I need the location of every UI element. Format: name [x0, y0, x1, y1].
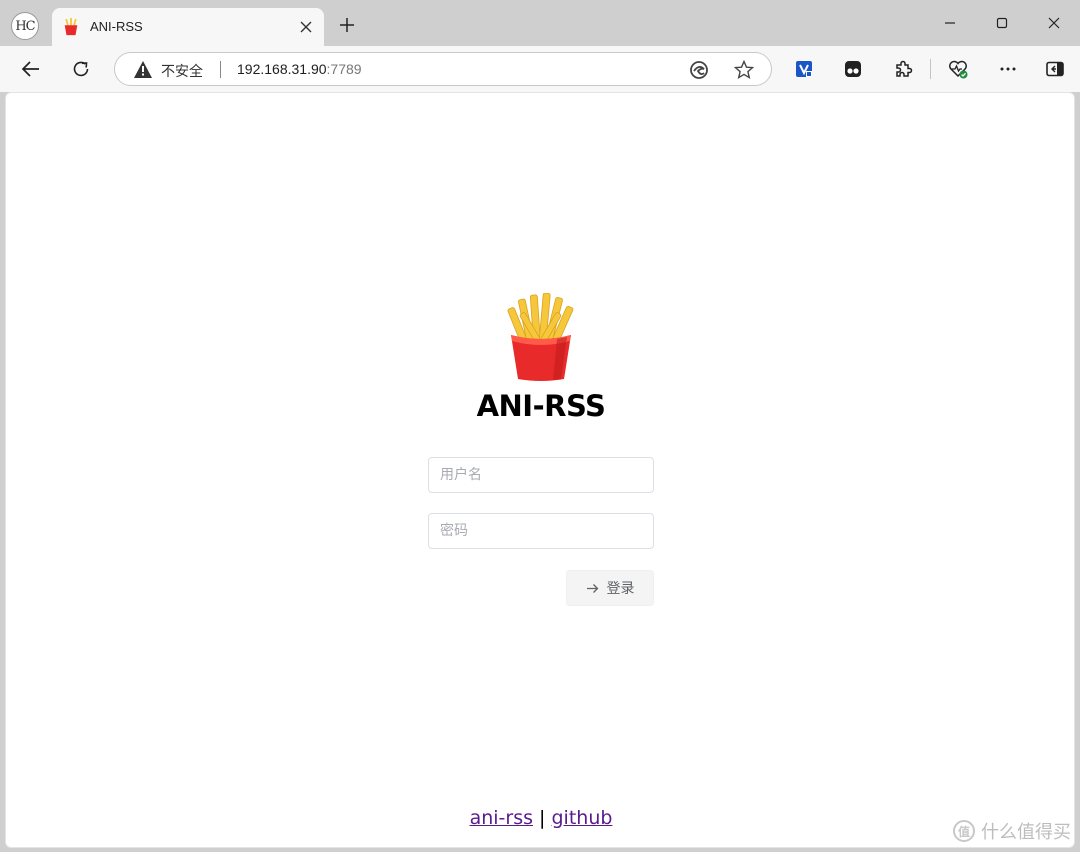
- page-content: ANI-RSS 登录 ani-rss | github: [5, 92, 1075, 848]
- close-icon: [1048, 17, 1060, 29]
- performance-button[interactable]: [943, 54, 973, 84]
- github-link[interactable]: github: [552, 807, 613, 829]
- tab-strip: HC ANI-RSS: [0, 0, 1080, 46]
- close-window-button[interactable]: [1041, 10, 1067, 36]
- star-icon: [734, 60, 754, 80]
- login-button[interactable]: 登录: [566, 570, 654, 606]
- back-arrow-icon: [21, 61, 39, 77]
- url-port: :7789: [326, 61, 362, 77]
- username-input[interactable]: [428, 457, 654, 493]
- security-label[interactable]: 不安全: [161, 61, 203, 81]
- extension-vpn-button[interactable]: [789, 54, 819, 84]
- footer-links: ani-rss | github: [6, 807, 1076, 829]
- puzzle-icon: [896, 60, 913, 77]
- french-fries-logo-icon: [507, 293, 574, 381]
- refresh-button[interactable]: [66, 54, 96, 84]
- plus-icon: [340, 18, 354, 32]
- arrow-right-icon: [586, 583, 598, 593]
- profile-initials: HC: [15, 18, 35, 34]
- new-tab-button[interactable]: [336, 14, 358, 36]
- read-aloud-button[interactable]: [688, 59, 710, 81]
- app-title: ANI-RSS: [476, 389, 606, 423]
- maximize-icon: [996, 17, 1008, 29]
- tab-ani-rss[interactable]: ANI-RSS: [52, 8, 324, 46]
- more-icon: [1000, 67, 1016, 71]
- edge-read-icon: [690, 61, 708, 79]
- heart-pulse-icon: [949, 60, 968, 79]
- vpn-extension-icon: [796, 61, 812, 77]
- tampermonkey-icon: [845, 61, 861, 77]
- url-text[interactable]: 192.168.31.90:7789: [237, 61, 362, 77]
- tab-close-button[interactable]: [296, 17, 316, 37]
- favorite-button[interactable]: [733, 59, 755, 81]
- url-host: 192.168.31.90: [237, 61, 327, 77]
- profile-avatar[interactable]: HC: [11, 12, 39, 40]
- watermark-text: 什么值得买: [981, 822, 1071, 843]
- extension-tampermonkey-button[interactable]: [838, 54, 868, 84]
- minimize-icon: [945, 22, 955, 24]
- footer-separator: |: [539, 807, 546, 829]
- tab-title: ANI-RSS: [90, 19, 143, 34]
- toolbar-separator: [930, 59, 931, 79]
- french-fries-icon: [64, 18, 78, 36]
- maximize-button[interactable]: [989, 10, 1015, 36]
- close-icon: [300, 21, 312, 33]
- ani-rss-link[interactable]: ani-rss: [470, 807, 533, 829]
- login-label: 登录: [606, 581, 635, 597]
- sidebar-toggle-button[interactable]: [1040, 54, 1070, 84]
- back-button[interactable]: [16, 54, 46, 84]
- more-menu-button[interactable]: [993, 54, 1023, 84]
- browser-toolbar: 不安全 192.168.31.90:7789: [0, 46, 1080, 92]
- watermark-logo-icon: 值: [953, 820, 975, 842]
- sidebar-icon: [1046, 61, 1064, 77]
- minimize-button[interactable]: [937, 10, 963, 36]
- password-input[interactable]: [428, 513, 654, 549]
- extensions-button[interactable]: [888, 54, 918, 84]
- watermark: 值 什么值得买: [953, 818, 1071, 844]
- refresh-icon: [73, 61, 89, 77]
- address-bar[interactable]: 不安全 192.168.31.90:7789: [114, 52, 772, 86]
- address-separator: [220, 61, 221, 78]
- warning-icon[interactable]: [133, 60, 153, 79]
